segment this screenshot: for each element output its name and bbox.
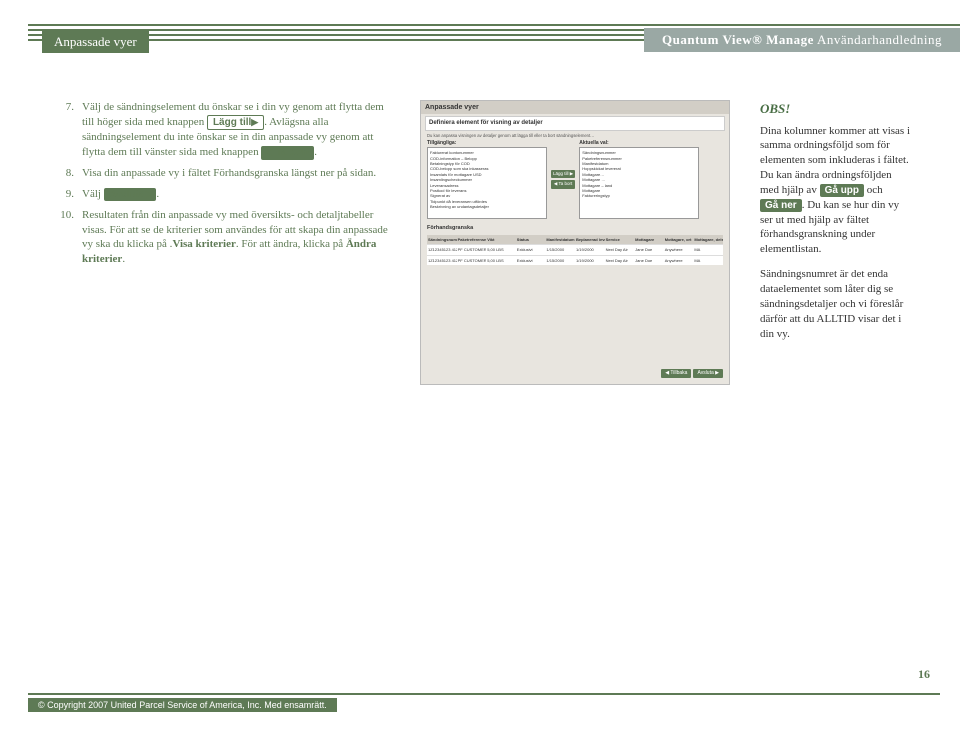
go-down-button: Gå ner <box>760 199 802 213</box>
embedded-screenshot: Anpassade vyer Definiera element för vis… <box>420 100 730 385</box>
screenshot-desc: Du kan anpassa visningen av detaljer gen… <box>427 133 723 138</box>
copyright: © Copyright 2007 United Parcel Service o… <box>28 698 337 712</box>
selected-listbox[interactable]: SändningsnummerPaketreferensnummerManife… <box>579 147 699 219</box>
step: 7.Välj de sändningselement du önskar se … <box>60 100 390 160</box>
note-para2: Sändningsnumret är det enda dataelemente… <box>760 267 910 341</box>
dual-listbox: Tillgängliga: Fakturerat kontonummerCOD-… <box>427 140 723 220</box>
screenshot-column: Anpassade vyer Definiera element för vis… <box>420 100 730 385</box>
steps-column: 7.Välj de sändningselement du önskar se … <box>60 100 390 385</box>
step: 8.Visa din anpassade vy i fältet Förhand… <box>60 166 390 181</box>
go-up-button: Gå upp <box>820 184 864 198</box>
add-button[interactable]: Lägg till ▶ <box>551 170 575 178</box>
note-para1: Dina kolumner kommer att visas i samma o… <box>760 124 910 258</box>
available-listbox[interactable]: Fakturerat kontonummerCOD-information – … <box>427 147 547 219</box>
back-button[interactable]: ◀ Tillbaka <box>661 369 691 378</box>
note-heading: OBS! <box>760 100 910 118</box>
right-list-label: Aktuella val: <box>579 140 699 147</box>
step: 10.Resultaten från din anpassade vy med … <box>60 208 390 267</box>
screenshot-subtitle: Definiera element för visning av detalje… <box>425 116 725 130</box>
left-list-label: Tillgängliga: <box>427 140 547 147</box>
screenshot-title: Anpassade vyer <box>421 101 729 114</box>
remove-button[interactable]: ◀ Ta bort <box>551 180 575 188</box>
preview-header-row: SändningsnummerPaketreferensnummerViktSt… <box>427 235 723 244</box>
preview-title: Förhandsgranska <box>427 225 723 232</box>
preview-table: Förhandsgranska SändningsnummerPaketrefe… <box>427 225 723 265</box>
section-tab: Anpassade vyer <box>42 30 149 53</box>
step: 9.Välj Avsluta▶. <box>60 187 390 202</box>
footer: © Copyright 2007 United Parcel Service o… <box>28 693 940 712</box>
table-row: 1Z12345123 4123 4123PF CUSTOMER0015,00 L… <box>427 244 723 254</box>
finish-button[interactable]: Avsluta ▶ <box>693 369 723 378</box>
main-content: 7.Välj de sändningselement du önskar se … <box>60 100 910 385</box>
note-column: OBS! Dina kolumner kommer att visas i sa… <box>760 100 910 385</box>
document-title: Quantum View® Manage Användarhandledning <box>644 28 960 52</box>
page-number: 16 <box>918 667 930 682</box>
table-row: 1Z12345123 4123 4123PF CUSTOMER0015,00 L… <box>427 255 723 265</box>
